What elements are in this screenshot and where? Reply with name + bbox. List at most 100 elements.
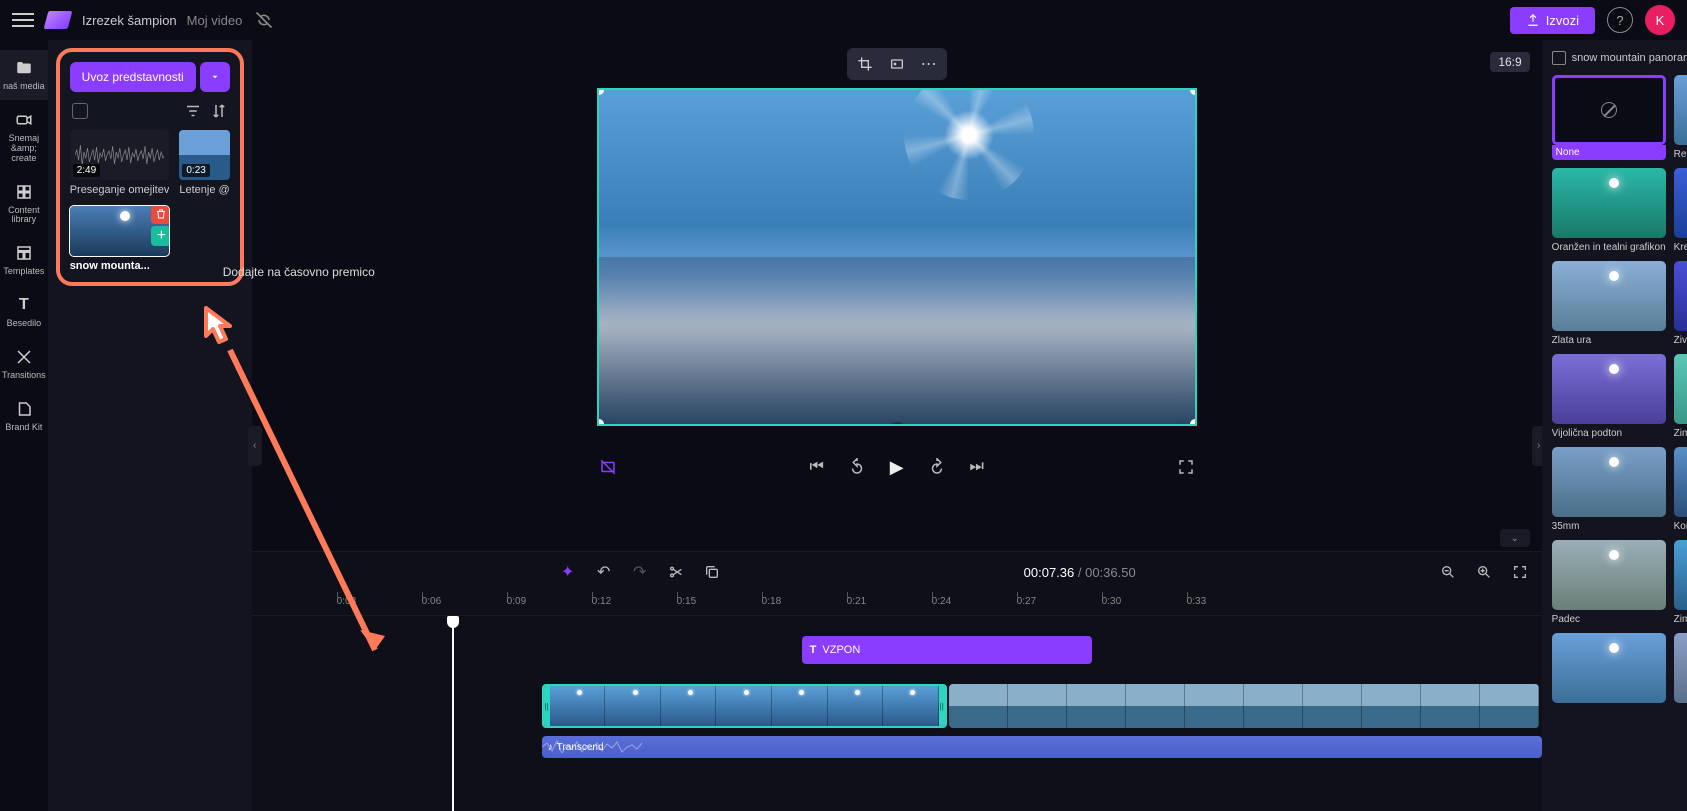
- more-button[interactable]: ⋯: [915, 52, 943, 76]
- text-clip[interactable]: T VZPON: [802, 636, 1092, 664]
- video-clip-selected[interactable]: || ||: [542, 684, 947, 728]
- media-item-video[interactable]: 0:23 Letenje @: [179, 130, 229, 196]
- import-media-button[interactable]: Uvoz predstavnosti: [70, 62, 196, 92]
- video-track[interactable]: || ||: [542, 684, 1542, 732]
- filter-item[interactable]: [1552, 633, 1666, 703]
- filter-winter[interactable]: Zima: [1674, 540, 1687, 625]
- upload-icon: [1526, 13, 1540, 27]
- resize-handle[interactable]: [1190, 419, 1197, 426]
- nav-transitions[interactable]: Transitions: [0, 339, 48, 389]
- resize-handle[interactable]: [597, 419, 604, 426]
- sort-icon[interactable]: [210, 102, 228, 120]
- play-button[interactable]: ▶: [886, 456, 908, 478]
- playhead[interactable]: [452, 616, 454, 811]
- none-icon: [1597, 99, 1620, 122]
- filter-purple-undertone[interactable]: Vijolična podton: [1552, 354, 1666, 439]
- nav-templates[interactable]: Templates: [0, 235, 48, 285]
- duration-badge: 0:23: [182, 164, 209, 177]
- preview-canvas[interactable]: ↻: [597, 88, 1197, 426]
- filter-retro[interactable]: Retro: [1674, 75, 1687, 160]
- annotation-highlight: Uvoz predstavnosti 2:49 Preseganje omeji…: [56, 48, 244, 286]
- filter-winter-sunset[interactable]: Zimski sončni zahod: [1674, 354, 1687, 439]
- media-item-audio[interactable]: 2:49 Preseganje omejitev: [70, 130, 170, 196]
- avatar[interactable]: K: [1645, 5, 1675, 35]
- import-dropdown-button[interactable]: [200, 62, 230, 92]
- text-track[interactable]: T VZPON: [542, 636, 1542, 680]
- clip-handle-right[interactable]: ||: [939, 686, 945, 726]
- nav-media[interactable]: naš media: [0, 50, 48, 100]
- nav-label: Transitions: [2, 371, 46, 381]
- filters-panel: snow mountain panorama. wint... None Ret…: [1542, 40, 1687, 811]
- nav-label: Templates: [3, 267, 44, 277]
- skip-end-button[interactable]: ⏭: [966, 456, 988, 478]
- rewind-button[interactable]: [846, 456, 868, 478]
- filter-bold-blue[interactable]: Krepko in modro: [1674, 168, 1687, 253]
- media-thumbnail: 2:49: [70, 130, 170, 180]
- filter-icon[interactable]: [184, 102, 202, 120]
- filter-label: Vijolična podton: [1552, 428, 1666, 439]
- undo-button[interactable]: ↶: [594, 562, 614, 582]
- library-icon: [14, 182, 34, 202]
- filter-thumb: [1674, 633, 1687, 703]
- collapse-down-button[interactable]: ⌄: [1500, 529, 1530, 547]
- export-button[interactable]: Izvozi: [1510, 7, 1595, 34]
- filter-fall[interactable]: Padec: [1552, 540, 1666, 625]
- audio-clip[interactable]: ♪ Transcend: [542, 736, 1542, 758]
- filter-none[interactable]: None: [1552, 75, 1666, 160]
- filter-label: None: [1552, 145, 1666, 160]
- audio-track[interactable]: ♪ Transcend: [542, 736, 1542, 760]
- filter-35mm[interactable]: 35mm: [1552, 447, 1666, 532]
- fit-button[interactable]: [883, 52, 911, 76]
- zoom-fit-button[interactable]: [1510, 562, 1530, 582]
- dots-icon: ⋯: [921, 54, 937, 74]
- add-to-timeline-button[interactable]: +: [151, 226, 169, 246]
- help-icon[interactable]: ?: [1607, 7, 1633, 33]
- media-thumbnail: +: [70, 206, 170, 256]
- skip-start-button[interactable]: ⏮: [806, 456, 828, 478]
- duplicate-button[interactable]: [702, 562, 722, 582]
- media-label: Letenje @: [179, 184, 229, 196]
- delete-media-button[interactable]: [151, 206, 169, 224]
- redo-button[interactable]: ↷: [630, 562, 650, 582]
- filter-label: Zimski sončni zahod: [1674, 428, 1687, 439]
- filter-contrast[interactable]: Kontrast: [1674, 447, 1687, 532]
- nav-brand-kit[interactable]: Brand Kit: [0, 391, 48, 441]
- magic-button[interactable]: ✦: [558, 562, 578, 582]
- ruler-tick: 0:12: [592, 596, 611, 607]
- project-name[interactable]: Izrezek šampion: [82, 13, 177, 28]
- crop-icon: [857, 56, 873, 72]
- crop-button[interactable]: [851, 52, 879, 76]
- nav-record[interactable]: Snemaj &amp; create: [0, 102, 48, 172]
- resize-handle[interactable]: [1190, 88, 1197, 95]
- resize-handle[interactable]: [597, 88, 604, 95]
- filter-thumb: [1552, 540, 1666, 610]
- remove-watermark-button[interactable]: [597, 456, 619, 478]
- video-clip[interactable]: [949, 684, 1539, 728]
- media-item-image[interactable]: + snow mounta...: [70, 206, 170, 272]
- filter-vivid-skater[interactable]: Živahno drsalec: [1674, 261, 1687, 346]
- timeline-ruler[interactable]: 0:03 0:06 0:09 0:12 0:15 0:18 0:21 0:24 …: [252, 592, 1542, 616]
- fullscreen-icon: [1177, 458, 1195, 476]
- nav-text[interactable]: T Besedilo: [0, 287, 48, 337]
- sync-off-icon: [254, 10, 274, 30]
- filter-thumb: [1552, 75, 1666, 145]
- ruler-tick: 0:30: [1102, 596, 1121, 607]
- ruler-tick: 0:18: [762, 596, 781, 607]
- clip-label: VZPON: [822, 644, 860, 656]
- filter-item[interactable]: [1674, 633, 1687, 703]
- transitions-icon: [14, 347, 34, 367]
- zoom-in-button[interactable]: [1474, 562, 1494, 582]
- zoom-out-button[interactable]: [1438, 562, 1458, 582]
- menu-icon[interactable]: [12, 9, 34, 31]
- nav-label: naš media: [3, 82, 45, 92]
- nav-content-library[interactable]: Content library: [0, 174, 48, 234]
- media-label: Preseganje omejitev: [70, 184, 170, 196]
- select-all-checkbox[interactable]: [72, 103, 88, 119]
- filter-orange-teal[interactable]: Oranžen in tealni grafikon: [1552, 168, 1666, 253]
- fullscreen-button[interactable]: [1175, 456, 1197, 478]
- nav-label: Besedilo: [7, 319, 42, 329]
- aspect-ratio-button[interactable]: 16:9: [1490, 52, 1529, 72]
- filter-golden-hour[interactable]: Zlata ura: [1552, 261, 1666, 346]
- split-button[interactable]: [666, 562, 686, 582]
- forward-button[interactable]: [926, 456, 948, 478]
